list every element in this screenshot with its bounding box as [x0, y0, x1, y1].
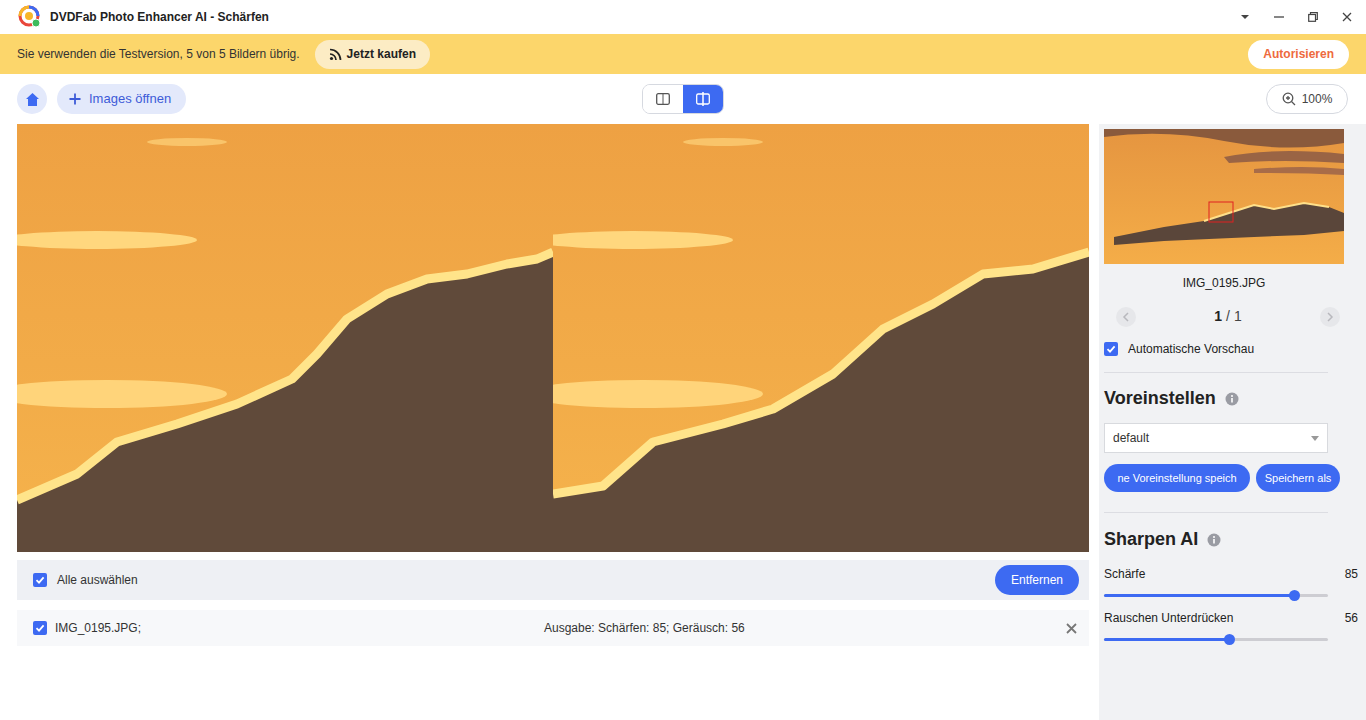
view-mode-button[interactable] [683, 85, 723, 113]
home-icon [25, 92, 40, 107]
thumbnail-filename: IMG_0195.JPG [1104, 274, 1344, 292]
open-images-button[interactable]: Images öffnen [57, 84, 186, 114]
slider-label: Schärfe [1104, 565, 1145, 583]
rss-icon [329, 48, 342, 61]
divider [1104, 372, 1328, 373]
authorize-label: Autorisieren [1263, 45, 1334, 63]
preset-button-label: Speichern als [1265, 470, 1332, 487]
plus-icon [69, 93, 81, 105]
single-view-icon [656, 93, 670, 105]
restore-icon[interactable] [1296, 0, 1330, 34]
home-button[interactable] [17, 84, 47, 114]
trial-banner: Sie verwenden die Testversion, 5 von 5 B… [0, 34, 1366, 74]
buy-label: Jetzt kaufen [347, 45, 416, 63]
trial-message: Sie verwenden die Testversion, 5 von 5 B… [17, 45, 300, 63]
open-images-label: Images öffnen [89, 89, 171, 109]
view-mode-button[interactable] [643, 85, 683, 113]
minimize-icon[interactable] [1262, 0, 1296, 34]
image-pager: 1/ 1 [1116, 306, 1340, 327]
photo-preview [553, 124, 1089, 552]
previous-image-icon[interactable] [1116, 307, 1136, 327]
slider-fill [1104, 594, 1294, 597]
checkbox[interactable] [1104, 342, 1118, 356]
check-icon [35, 575, 45, 585]
settings-panel: IMG_0195.JPG 1/ 1 Automatische Vorschau Vor… [1099, 124, 1366, 720]
close-icon[interactable] [1330, 0, 1364, 34]
slider-row: Schärfe 85 [1104, 565, 1366, 597]
slider-track[interactable] [1104, 638, 1328, 641]
auto-preview-row[interactable]: Automatische Vorschau [1104, 340, 1366, 358]
remove-button[interactable]: Entfernen [995, 565, 1079, 595]
list-header: Alle auswählen Entfernen [17, 560, 1089, 600]
save-preset-button[interactable]: ne Voreinstellung speich [1104, 464, 1250, 492]
checkbox[interactable] [33, 621, 47, 635]
navigator-thumbnail[interactable] [1104, 129, 1344, 264]
file-output: Ausgabe: Schärfen: 85; Geräusch: 56 [544, 619, 1063, 637]
preset-select[interactable]: default [1104, 423, 1328, 453]
auto-preview-label: Automatische Vorschau [1128, 340, 1254, 358]
view-mode-toggle [642, 84, 724, 114]
slider-thumb[interactable] [1224, 634, 1235, 645]
info-icon[interactable] [1225, 392, 1239, 406]
preset-buttons: ne Voreinstellung speich Speichern als [1104, 464, 1340, 492]
preset-value: default [1113, 429, 1149, 447]
page-total: / 1 [1226, 306, 1242, 327]
file-row[interactable]: IMG_0195.JPG;Ausgabe: Schärfen: 85; Gerä… [17, 610, 1089, 646]
checkbox[interactable] [33, 573, 47, 587]
app-logo-icon [18, 5, 42, 29]
file-name: IMG_0195.JPG; [55, 619, 544, 637]
preset-button-label: ne Voreinstellung speich [1117, 470, 1236, 487]
compare-view-icon [696, 92, 710, 106]
check-icon [35, 623, 45, 633]
slider-label: Rauschen Unterdrücken [1104, 609, 1233, 627]
zoom-icon [1282, 92, 1296, 106]
slider-value: 85 [1345, 565, 1358, 583]
slider-row: Rauschen Unterdrücken 56 [1104, 609, 1366, 641]
dropdown-arrow-icon [1311, 436, 1319, 441]
menu-dropdown-icon[interactable] [1228, 0, 1262, 34]
workspace: Alle auswählen Entfernen IMG_0195.JPG;Ausg… [17, 124, 1089, 720]
page-current: 1 [1214, 306, 1222, 327]
comparison-view [17, 124, 1089, 552]
presets-title: Voreinstellen [1104, 385, 1216, 412]
buy-button[interactable]: Jetzt kaufen [315, 40, 430, 69]
divider [1104, 512, 1328, 513]
slider-thumb[interactable] [1289, 590, 1300, 601]
title-bar: DVDFab Photo Enhancer AI - Schärfen [0, 0, 1366, 34]
sharpen-title: Sharpen AI [1104, 526, 1198, 553]
zoom-button[interactable]: 100% [1266, 84, 1348, 114]
authorize-button[interactable]: Autorisieren [1248, 40, 1349, 69]
remove-label: Entfernen [1011, 571, 1063, 589]
slider-value: 56 [1345, 609, 1358, 627]
slider-track[interactable] [1104, 594, 1328, 597]
check-icon [1106, 344, 1116, 354]
window-title: DVDFab Photo Enhancer AI - Schärfen [50, 8, 269, 26]
file-list: IMG_0195.JPG;Ausgabe: Schärfen: 85; Gerä… [17, 610, 1089, 646]
slider-fill [1104, 638, 1229, 641]
toolbar: Images öffnen 100% [0, 74, 1366, 124]
main-area: Alle auswählen Entfernen IMG_0195.JPG;Ausg… [0, 124, 1366, 720]
select-all-label[interactable]: Alle auswählen [57, 571, 138, 589]
info-icon[interactable] [1207, 533, 1221, 547]
remove-file-icon[interactable] [1063, 620, 1079, 636]
sharpen-sliders: Schärfe 85 Rauschen Unterdrücken 56 [1104, 553, 1366, 641]
save-as-button[interactable]: Speichern als [1256, 464, 1340, 492]
next-image-icon[interactable] [1320, 307, 1340, 327]
photo-preview [17, 124, 553, 552]
zoom-label: 100% [1302, 90, 1333, 108]
